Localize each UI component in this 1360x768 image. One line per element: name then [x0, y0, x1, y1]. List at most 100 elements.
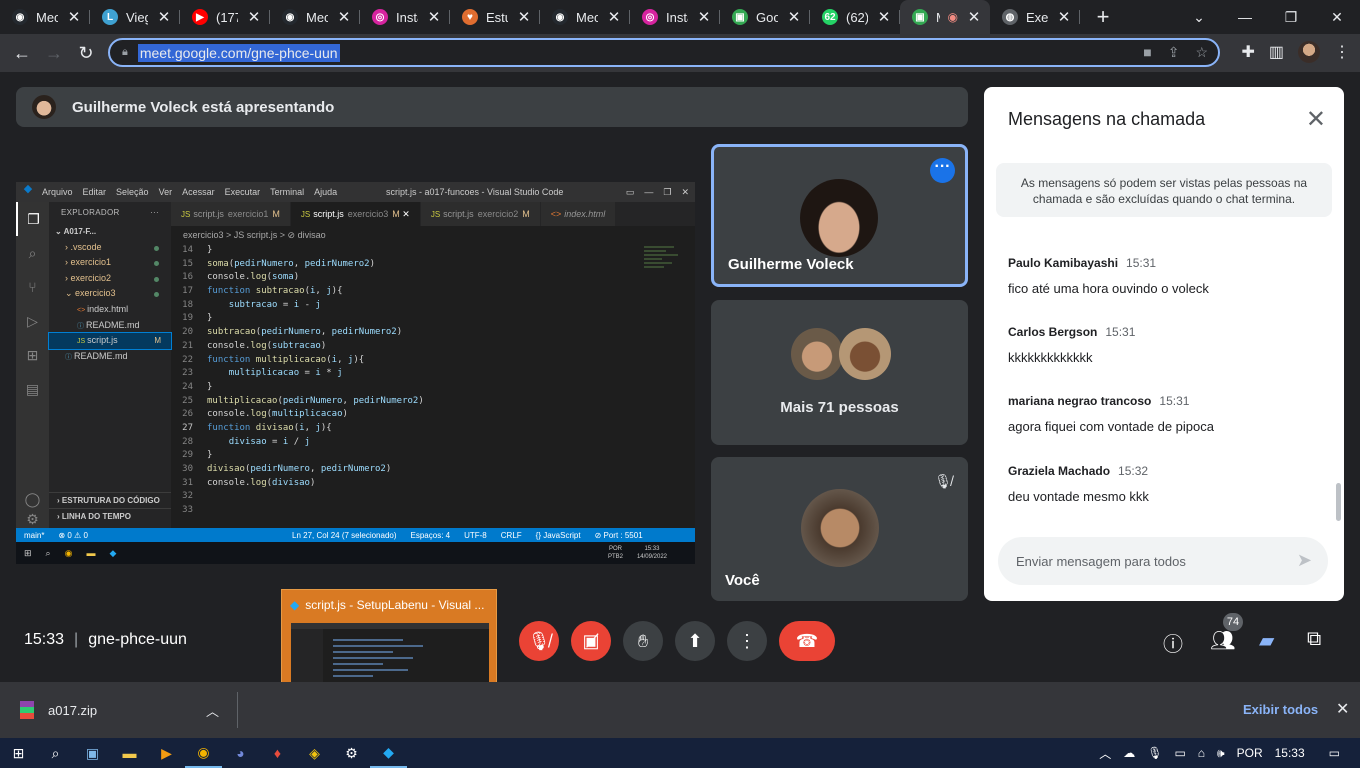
close-window-button[interactable]: ✕ — [1314, 9, 1360, 26]
tab-search-icon[interactable]: ⌄ — [1176, 9, 1222, 26]
restore-button[interactable]: ❐ — [1268, 9, 1314, 26]
participant-tile-self[interactable]: 🎙︎̸ Você — [711, 457, 968, 601]
more-options-button[interactable]: ⋮ — [727, 621, 767, 661]
participant-tile-presenter[interactable]: ··· Guilherme Voleck — [711, 144, 968, 287]
back-icon[interactable]: ← — [6, 43, 38, 64]
editor-tab-name: script.js — [313, 209, 344, 219]
browser-tab[interactable]: 62 (62) ✕ — [810, 0, 900, 34]
drop-app-icon[interactable]: ♦ — [259, 738, 296, 768]
cloud-icon[interactable]: ☁ — [1123, 746, 1135, 760]
taskbar-clock[interactable]: 15:33 — [1275, 746, 1305, 760]
close-icon[interactable]: ✕ — [1336, 699, 1349, 719]
send-icon[interactable]: ➤ — [1297, 550, 1312, 571]
chat-icon[interactable]: ▰ — [1259, 628, 1274, 653]
participant-tile-others[interactable]: Mais 71 pessoas — [711, 300, 968, 445]
reload-icon[interactable]: ↻ — [70, 43, 102, 64]
self-avatar — [800, 489, 879, 567]
microphone-icon[interactable]: 🎙︎ — [1147, 746, 1162, 760]
chevron-up-icon[interactable]: ︿ — [1099, 745, 1111, 762]
close-tab-icon[interactable]: ✕ — [156, 8, 172, 26]
discord-icon[interactable]: ◕ — [222, 738, 259, 768]
close-icon[interactable]: ✕ — [1306, 105, 1326, 134]
camera-icon[interactable]: ■ — [1143, 44, 1151, 61]
browser-tab[interactable]: ▣ M ◉ ✕ — [900, 0, 990, 34]
new-tab-button[interactable]: + — [1088, 4, 1118, 30]
close-tab-icon[interactable]: ✕ — [516, 8, 532, 26]
settings-gear-icon[interactable]: ⚙ — [333, 738, 370, 768]
browser-tab[interactable]: ◉ Mech ✕ — [270, 0, 360, 34]
tab-title: M — [936, 10, 940, 25]
network-icon[interactable]: ⌂ — [1198, 746, 1205, 760]
browser-tab[interactable]: ♥ Estuc ✕ — [450, 0, 540, 34]
leave-call-button[interactable]: ☎︎ — [779, 621, 835, 661]
file-tree-label: .vscode — [70, 241, 102, 252]
keyboard-language[interactable]: POR — [1237, 746, 1263, 760]
activities-icon[interactable]: ⧉ — [1307, 628, 1321, 651]
people-icon[interactable]: 👥︎ — [1210, 628, 1235, 653]
volume-icon[interactable]: 🕪︎ — [1217, 746, 1225, 761]
close-tab-icon[interactable]: ✕ — [876, 8, 892, 26]
self-label: Você — [725, 572, 760, 589]
bookmark-star-icon[interactable]: ☆ — [1195, 44, 1208, 61]
code-text: function subtracao(i, j){ — [207, 286, 343, 297]
present-button[interactable]: ⬆ — [675, 621, 715, 661]
close-tab-icon[interactable]: ✕ — [66, 8, 82, 26]
browser-tab[interactable]: L Viego ✕ — [90, 0, 180, 34]
windows-start-icon[interactable]: ⊞ — [0, 738, 37, 768]
chat-message-text: agora fiquei com vontade de pipoca — [1008, 419, 1214, 434]
chevron-up-icon[interactable]: ︿ — [206, 701, 219, 720]
browser-tab-strip: ◉Mech✕LViego✕▶(177✕◉Mech✕◎Insta✕♥Estuc✕◉… — [0, 0, 1360, 34]
explorer-icon: ❐ — [16, 202, 49, 236]
close-tab-icon[interactable]: ✕ — [246, 8, 262, 26]
browser-tab[interactable]: ▶ (177 ✕ — [180, 0, 270, 34]
close-tab-icon[interactable]: ✕ — [426, 8, 442, 26]
presenter-avatar-large — [799, 179, 878, 257]
profile-avatar[interactable] — [1298, 41, 1320, 63]
minimize-button[interactable]: — — [1222, 9, 1268, 25]
browser-tab[interactable]: ◍ Exerc ✕ — [990, 0, 1080, 34]
download-file-name[interactable]: a017.zip — [48, 703, 97, 718]
raise-hand-button[interactable]: ✋︎ — [623, 621, 663, 661]
browser-tab[interactable]: ▣ Goog ✕ — [720, 0, 810, 34]
line-number: 16 — [182, 272, 193, 283]
camera-toggle-button[interactable]: ▣̸ — [571, 621, 611, 661]
search-icon[interactable]: ⌕ — [37, 738, 74, 768]
code-text: } — [207, 450, 213, 461]
notifications-icon[interactable]: ▭ — [1329, 746, 1340, 760]
address-bar[interactable]: 🔒︎ meet.google.com/gne-phce-uun ■ ⇪ ☆ — [108, 38, 1220, 67]
url-text[interactable]: meet.google.com/gne-phce-uun — [137, 43, 340, 62]
extensions-icon[interactable]: ✚ — [1241, 42, 1254, 62]
chat-scrollbar[interactable] — [1336, 483, 1341, 521]
close-tab-icon[interactable]: ✕ — [786, 8, 802, 26]
share-icon[interactable]: ⇪ — [1168, 44, 1180, 61]
meeting-details-icon[interactable]: ⓘ — [1163, 628, 1183, 657]
forward-icon[interactable]: → — [38, 43, 70, 64]
vscode-icon: ◆ — [290, 598, 300, 612]
browser-tab[interactable]: ◉ Mech ✕ — [0, 0, 90, 34]
chrome-icon[interactable]: ◉ — [185, 738, 222, 768]
close-tab-icon[interactable]: ✕ — [606, 8, 622, 26]
browser-tab[interactable]: ◉ Mech ✕ — [540, 0, 630, 34]
menu-kebab-icon[interactable]: ⋮ — [1334, 42, 1350, 62]
browser-tab[interactable]: ◎ Insta ✕ — [630, 0, 720, 34]
git-icon[interactable]: ◈ — [296, 738, 333, 768]
status-item: ⊗ 0 ⚠ 0 — [58, 530, 88, 540]
close-tab-icon[interactable]: ✕ — [1056, 8, 1072, 26]
presenter-banner-text: Guilherme Voleck está apresentando — [72, 98, 335, 116]
chat-message-author: mariana negrao trancoso — [1008, 394, 1152, 408]
mic-off-icon: 🎙︎̸ — [527, 630, 551, 651]
show-all-downloads-button[interactable]: Exibir todos — [1243, 702, 1318, 717]
browser-tab[interactable]: ◎ Insta ✕ — [360, 0, 450, 34]
screen-share-icon[interactable]: ▭ — [1174, 746, 1185, 760]
close-tab-icon[interactable]: ✕ — [966, 8, 982, 26]
chat-message-input[interactable]: Enviar mensagem para todos ➤ — [998, 537, 1328, 585]
photos-icon[interactable]: ▣ — [74, 738, 111, 768]
mic-toggle-button[interactable]: 🎙︎̸ — [519, 621, 559, 661]
close-tab-icon[interactable]: ✕ — [696, 8, 712, 26]
side-panel-icon[interactable]: ▥ — [1269, 42, 1284, 62]
more-options-icon[interactable]: ··· — [930, 158, 955, 183]
file-explorer-icon[interactable]: ▬ — [111, 738, 148, 768]
media-player-icon[interactable]: ▶ — [148, 738, 185, 768]
close-tab-icon[interactable]: ✕ — [336, 8, 352, 26]
vscode-icon[interactable]: ◆ — [370, 738, 407, 768]
